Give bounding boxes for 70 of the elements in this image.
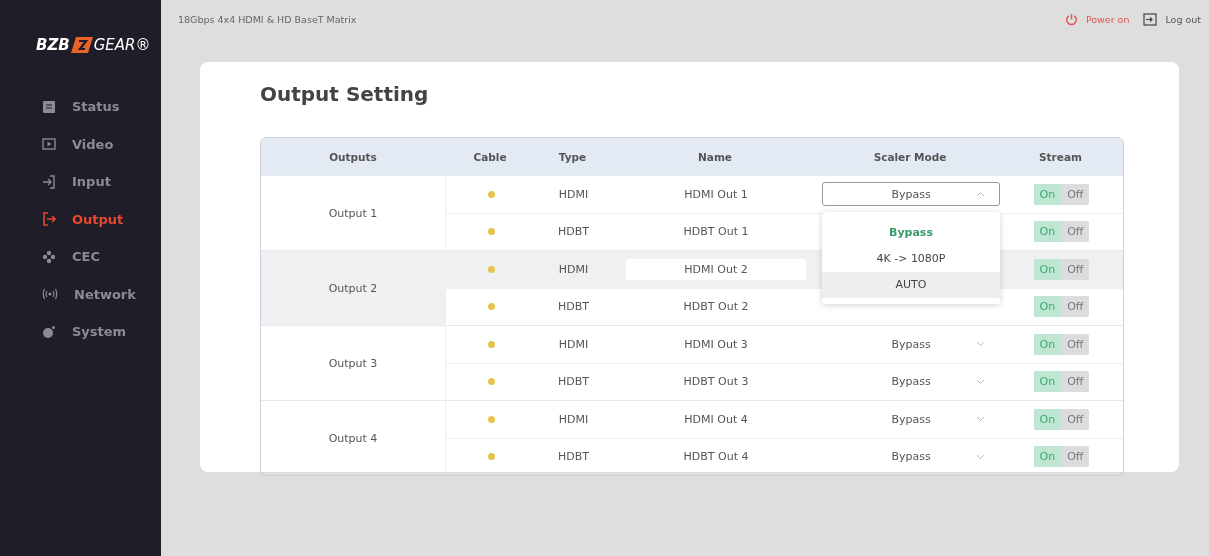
- sidebar-item[interactable]: Input: [0, 163, 161, 201]
- logo-text: GEAR®: [93, 36, 151, 54]
- logo-text: BZB: [36, 36, 70, 54]
- dropdown-option[interactable]: Bypass: [822, 220, 1000, 247]
- power-icon[interactable]: [1064, 12, 1078, 26]
- type-text: HDMI: [558, 262, 589, 276]
- column-header: Cable: [472, 150, 508, 163]
- sidebar-item[interactable]: Video: [0, 125, 161, 163]
- sidebar-item[interactable]: Network: [0, 275, 161, 313]
- output-label: Output 3: [328, 356, 378, 370]
- column-header: Name: [697, 150, 733, 163]
- scaler-select[interactable]: Bypass: [822, 444, 1000, 469]
- column-header: Outputs: [328, 150, 378, 163]
- play-icon: [42, 137, 56, 152]
- name-field[interactable]: HDMI Out 1: [626, 183, 806, 205]
- caret-icon: [976, 341, 985, 348]
- name-field[interactable]: HDMI Out 3: [626, 333, 806, 355]
- sidebar-item[interactable]: Output: [0, 200, 161, 238]
- scaler-select[interactable]: Bypass: [822, 407, 1000, 432]
- stream-off-toggle[interactable]: Off: [1061, 371, 1090, 393]
- power-status[interactable]: Power on: [1085, 13, 1130, 25]
- stream-off-toggle[interactable]: Off: [1061, 446, 1090, 468]
- stream-off-toggle[interactable]: Off: [1061, 296, 1090, 318]
- name-field[interactable]: HDBT Out 3: [625, 371, 807, 393]
- sidebar-item[interactable]: Status: [0, 88, 161, 126]
- product-title: 18Gbps 4x4 HDMI & HD BaseT Matrix: [178, 13, 357, 25]
- dropdown-option[interactable]: AUTO: [822, 272, 1000, 299]
- scaler-select[interactable]: Bypass: [822, 332, 1000, 357]
- type-text: HDBT: [558, 300, 589, 314]
- stream-off-toggle[interactable]: Off: [1061, 221, 1090, 243]
- column-header: Type: [557, 150, 588, 163]
- logo-mark-icon: [70, 37, 93, 53]
- sidebar-item[interactable]: System: [0, 313, 161, 351]
- stream-off-toggle[interactable]: Off: [1061, 258, 1090, 280]
- name-field[interactable]: HDMI Out 4: [626, 408, 806, 430]
- output-label: Output 2: [328, 281, 378, 295]
- caret-icon: [976, 416, 985, 423]
- gear-icon: [42, 324, 56, 339]
- logout-link[interactable]: Log out: [1165, 13, 1201, 25]
- output-label: Output 4: [328, 431, 378, 445]
- name-field[interactable]: HDBT Out 2: [625, 296, 807, 318]
- caret-icon: [976, 191, 985, 198]
- logout-icon[interactable]: [1143, 12, 1158, 26]
- caret-icon: [976, 378, 985, 385]
- type-text: HDMI: [558, 337, 589, 351]
- stream-off-toggle[interactable]: Off: [1061, 183, 1090, 205]
- scaler-select[interactable]: Bypass: [822, 182, 1000, 207]
- document-icon: [42, 99, 56, 114]
- type-text: HDBT: [558, 225, 589, 239]
- login-icon: [42, 174, 56, 189]
- signal-icon: [42, 287, 58, 302]
- dropdown-option[interactable]: 4K -> 1080P: [822, 246, 1000, 273]
- output-label: Output 1: [328, 206, 378, 220]
- sidebar-item[interactable]: CEC: [0, 238, 161, 276]
- caret-icon: [976, 453, 985, 460]
- column-header: Stream: [1038, 150, 1083, 163]
- stream-off-toggle[interactable]: Off: [1061, 333, 1090, 355]
- name-field[interactable]: HDBT Out 1: [625, 221, 807, 243]
- gamepad-icon: [42, 249, 56, 264]
- type-text: HDMI: [558, 412, 589, 426]
- type-text: HDBT: [558, 450, 589, 464]
- logout-icon: [42, 212, 56, 227]
- type-text: HDMI: [558, 187, 589, 201]
- scaler-select[interactable]: Bypass: [822, 369, 1000, 394]
- page-title: Output Setting: [260, 82, 430, 106]
- type-text: HDBT: [558, 375, 589, 389]
- column-header: Scaler Mode: [872, 150, 948, 163]
- name-field[interactable]: HDBT Out 4: [625, 446, 807, 468]
- stream-off-toggle[interactable]: Off: [1061, 408, 1090, 430]
- name-field[interactable]: HDMI Out 2: [626, 258, 806, 280]
